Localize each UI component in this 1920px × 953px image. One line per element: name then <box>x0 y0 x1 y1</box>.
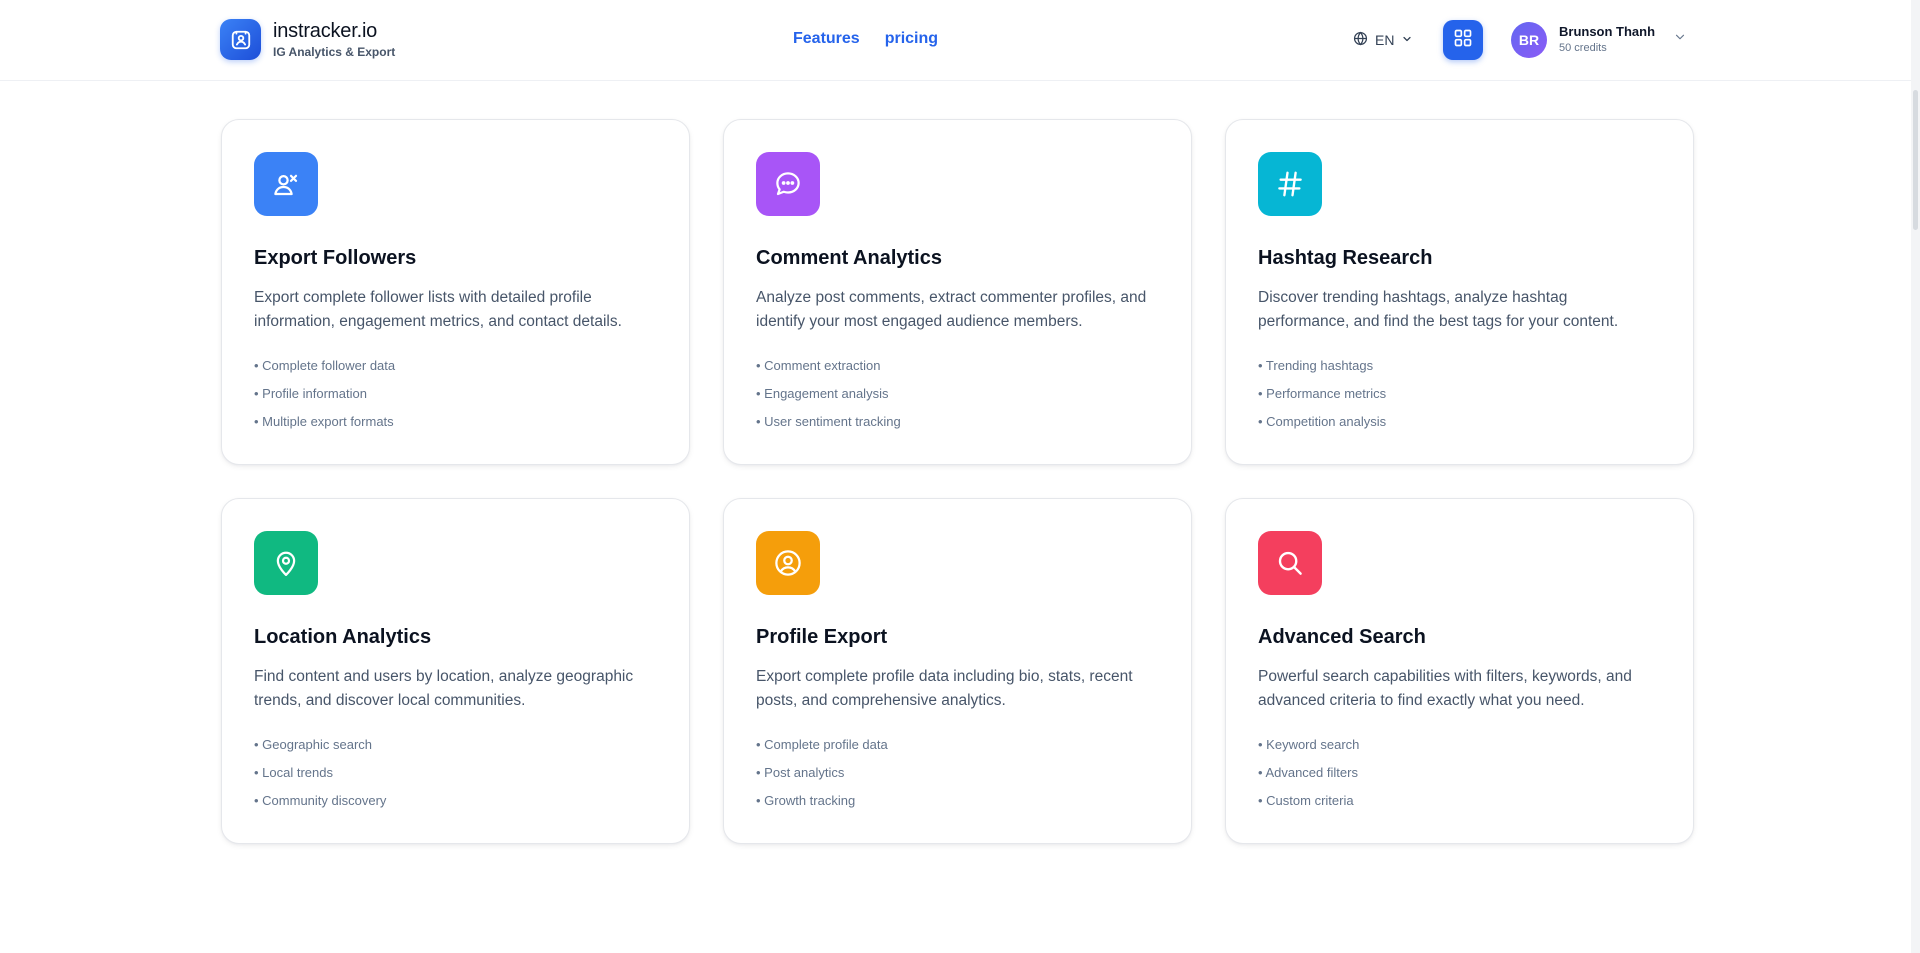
avatar: BR <box>1511 22 1547 58</box>
nav-link-features[interactable]: Features <box>793 30 860 48</box>
brand[interactable]: instracker.io IG Analytics & Export <box>220 19 395 60</box>
scrollbar-thumb[interactable] <box>1913 90 1918 230</box>
feature-card-export-followers[interactable]: Export Followers Export complete followe… <box>221 119 690 465</box>
feature-title: Hashtag Research <box>1258 247 1433 269</box>
feature-card-location-analytics[interactable]: Location Analytics Find content and user… <box>221 498 690 844</box>
user-menu[interactable]: BR Brunson Thanh 50 credits <box>1511 22 1687 58</box>
feature-description: Powerful search capabilities with filter… <box>1258 668 1632 709</box>
feature-grid: Export Followers Export complete followe… <box>221 119 1694 844</box>
feature-description: Export complete follower lists with deta… <box>254 289 622 330</box>
feature-description: Discover trending hashtags, analyze hash… <box>1258 289 1619 330</box>
feature-description: Export complete profile data including b… <box>756 668 1133 709</box>
globe-icon <box>1353 31 1368 49</box>
user-credits: 50 credits <box>1559 42 1607 54</box>
user-scan-icon <box>220 19 261 60</box>
feature-bullets: • Geographic search • Local trends • Com… <box>254 731 657 815</box>
feature-bullets: • Complete profile data • Post analytics… <box>756 731 1159 815</box>
hashtag-icon <box>1258 152 1322 216</box>
feature-description: Find content and users by location, anal… <box>254 668 634 709</box>
search-icon <box>1258 531 1322 595</box>
chat-bubble-icon <box>756 152 820 216</box>
list-item: • Multiple export formats <box>254 414 394 429</box>
brand-name: instracker.io <box>273 20 378 42</box>
language-value: EN <box>1375 32 1395 48</box>
apps-grid-button[interactable] <box>1443 20 1483 60</box>
user-circle-icon <box>756 531 820 595</box>
feature-title: Advanced Search <box>1258 626 1426 648</box>
map-pin-icon <box>254 531 318 595</box>
list-item: • Growth tracking <box>756 793 856 808</box>
feature-description: Analyze post comments, extract commenter… <box>756 289 1147 330</box>
users-icon <box>254 152 318 216</box>
list-item: • Complete follower data <box>254 358 396 373</box>
feature-card-advanced-search[interactable]: Advanced Search Powerful search capabili… <box>1225 498 1694 844</box>
feature-title: Location Analytics <box>254 626 432 648</box>
list-item: • Advanced filters <box>1258 765 1358 780</box>
feature-bullets: • Comment extraction • Engagement analys… <box>756 352 1159 436</box>
list-item: • Complete profile data <box>756 737 888 752</box>
feature-bullets: • Trending hashtags • Performance metric… <box>1258 352 1661 436</box>
list-item: • Local trends <box>254 765 333 780</box>
page-scrollbar[interactable] <box>1911 0 1920 953</box>
list-item: • Engagement analysis <box>756 386 889 401</box>
feature-card-profile-export[interactable]: Profile Export Export complete profile d… <box>723 498 1192 844</box>
chevron-down-icon <box>1401 32 1413 48</box>
grid-icon <box>1453 28 1473 53</box>
feature-title: Export Followers <box>254 247 417 269</box>
feature-bullets: • Complete follower data • Profile infor… <box>254 352 657 436</box>
feature-title: Comment Analytics <box>756 247 942 269</box>
feature-card-hashtag-research[interactable]: Hashtag Research Discover trending hasht… <box>1225 119 1694 465</box>
list-item: • Trending hashtags <box>1258 358 1374 373</box>
list-item: • Performance metrics <box>1258 386 1387 401</box>
list-item: • Geographic search <box>254 737 373 752</box>
feature-card-comment-analytics[interactable]: Comment Analytics Analyze post comments,… <box>723 119 1192 465</box>
main-nav: Features pricing <box>793 30 938 48</box>
user-name: Brunson Thanh <box>1559 24 1656 39</box>
list-item: • Keyword search <box>1258 737 1360 752</box>
list-item: • Competition analysis <box>1258 414 1387 429</box>
brand-subtitle: IG Analytics & Export <box>273 45 396 59</box>
list-item: • Custom criteria <box>1258 793 1354 808</box>
chevron-down-icon <box>1673 30 1687 49</box>
list-item: • Community discovery <box>254 793 387 808</box>
list-item: • Comment extraction <box>756 358 881 373</box>
feature-title: Profile Export <box>756 626 888 648</box>
feature-bullets: • Keyword search • Advanced filters • Cu… <box>1258 731 1661 815</box>
list-item: • Profile information <box>254 386 367 401</box>
nav-link-pricing[interactable]: pricing <box>885 30 938 48</box>
top-header: instracker.io IG Analytics & Export Feat… <box>0 0 1920 81</box>
list-item: • User sentiment tracking <box>756 414 901 429</box>
language-selector[interactable]: EN <box>1353 31 1413 49</box>
list-item: • Post analytics <box>756 765 845 780</box>
